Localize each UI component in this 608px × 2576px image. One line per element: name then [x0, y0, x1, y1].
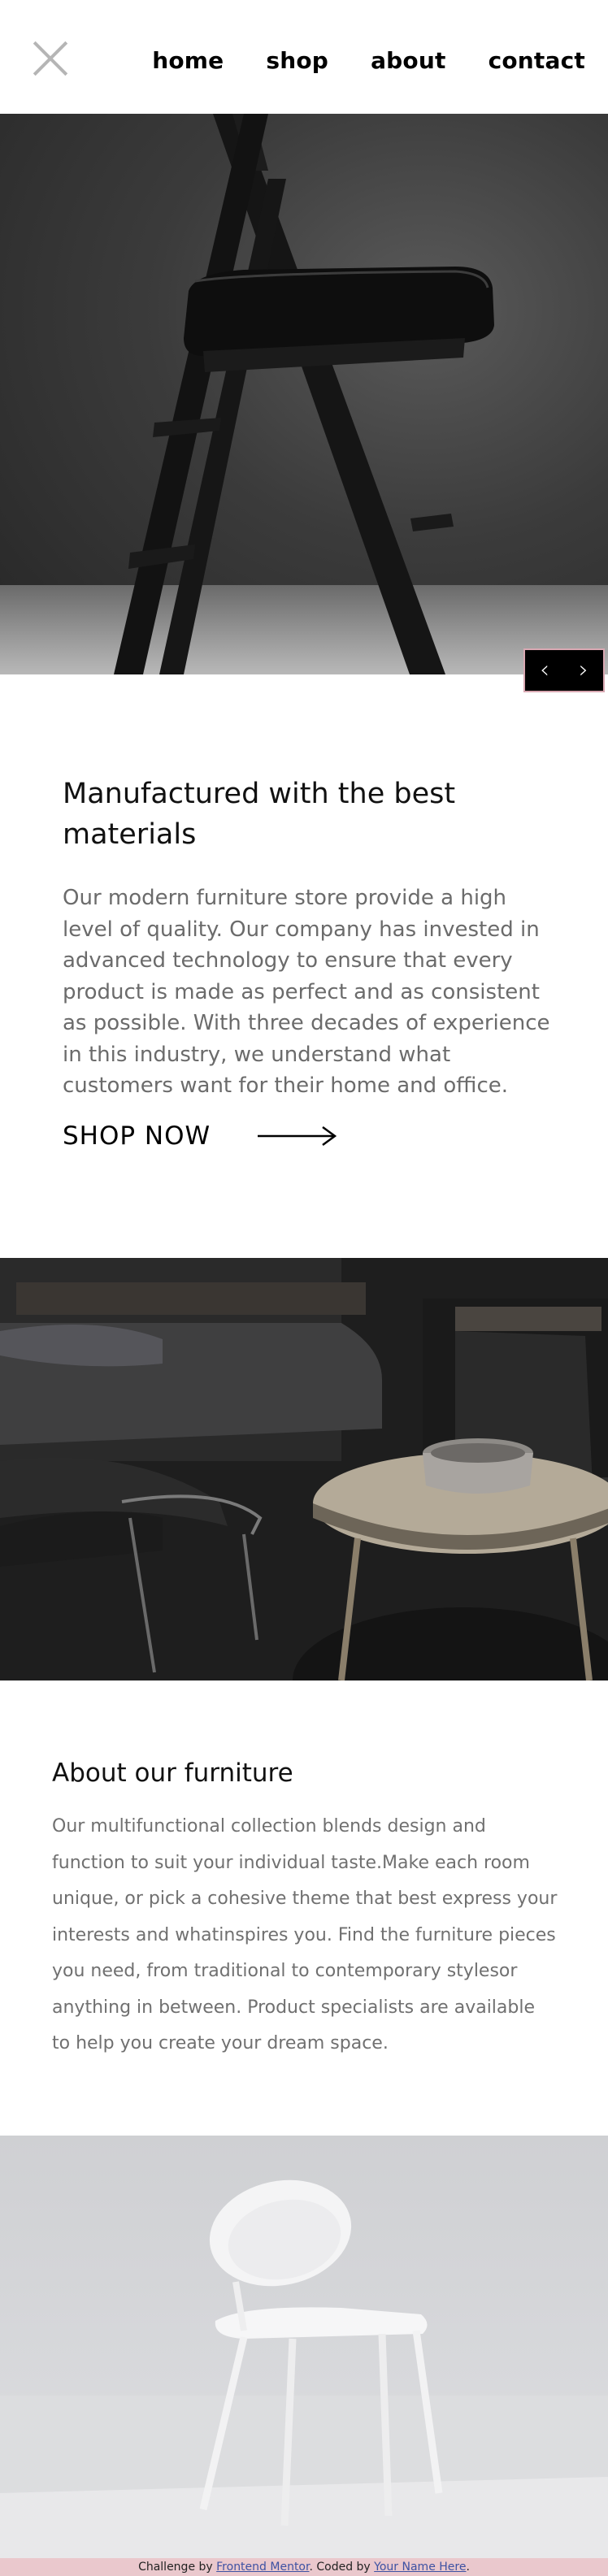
shop-now-link[interactable]: SHOP NOW: [63, 1121, 337, 1151]
nav-contact[interactable]: contact: [489, 47, 585, 74]
materials-section: Manufactured with the best materials Our…: [63, 774, 550, 1102]
interior-image: [0, 1258, 608, 1680]
white-chair-image: [0, 2136, 608, 2558]
slider-next-button[interactable]: ›: [564, 650, 603, 691]
folding-chair-illustration: [114, 114, 494, 674]
close-icon[interactable]: [33, 41, 68, 76]
white-chair-illustration: [0, 2179, 608, 2558]
nav-about[interactable]: about: [371, 47, 446, 74]
arrow-right-icon: [258, 1125, 337, 1147]
about-section: About our furniture Our multifunctional …: [52, 1759, 558, 2062]
frontend-mentor-link[interactable]: Frontend Mentor: [216, 2561, 309, 2574]
slider-controls: ‹ ›: [523, 648, 605, 692]
attribution-middle: . Coded by: [309, 2561, 375, 2574]
about-body: Our multifunctional collection blends de…: [52, 1816, 558, 2053]
about-title: About our furniture: [52, 1759, 293, 1788]
armchair-table-illustration: [0, 1258, 608, 1680]
author-link[interactable]: Your Name Here: [374, 2561, 466, 2574]
main-nav: home shop about contact: [110, 47, 585, 74]
slider-prev-button[interactable]: ‹: [525, 650, 564, 691]
materials-body: Our modern furniture store provide a hig…: [63, 886, 550, 1098]
nav-home[interactable]: home: [152, 47, 224, 74]
attribution-footer: Challenge by Frontend Mentor. Coded by Y…: [0, 2558, 608, 2576]
materials-title: Manufactured with the best materials: [63, 778, 456, 851]
shop-now-label: SHOP NOW: [63, 1121, 211, 1151]
site-header: home shop about contact: [0, 0, 608, 114]
nav-shop[interactable]: shop: [266, 47, 328, 74]
hero-image: [0, 114, 608, 674]
attribution-suffix: .: [466, 2561, 470, 2574]
attribution-prefix: Challenge by: [138, 2561, 217, 2574]
